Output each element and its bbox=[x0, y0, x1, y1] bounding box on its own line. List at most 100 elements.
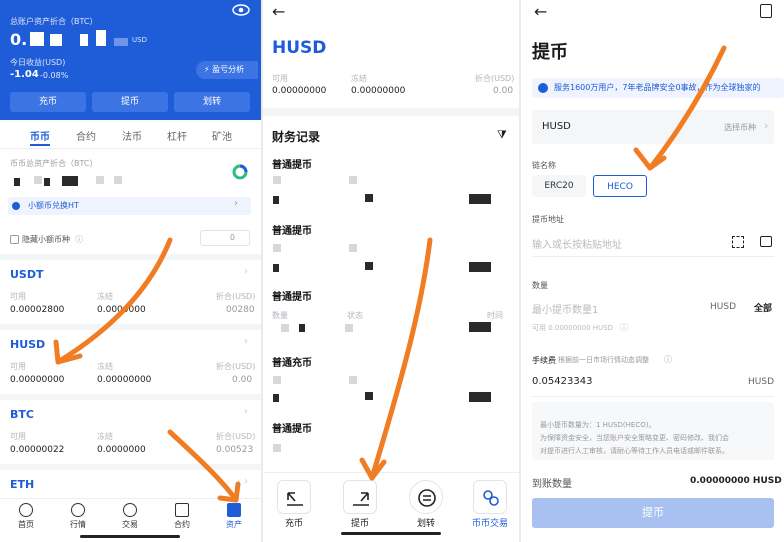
coin-name: BTC bbox=[10, 408, 34, 421]
frozen-value: 0.00000000 bbox=[351, 86, 406, 96]
all-button[interactable]: 全部 bbox=[754, 301, 772, 314]
back-arrow-icon[interactable]: ← bbox=[534, 2, 547, 21]
record-icon[interactable] bbox=[760, 4, 772, 18]
assets-screen: 总账户资产折合（BTC） 0. USD 今日收益(USD) -1.04 -0.0… bbox=[0, 0, 261, 542]
coin-select[interactable]: HUSD 选择币种 › bbox=[532, 110, 774, 144]
usd-label: 折合(USD) bbox=[216, 432, 256, 441]
avail-label: 可用 bbox=[10, 432, 26, 441]
masked-value bbox=[273, 244, 281, 252]
masked-value bbox=[273, 264, 279, 272]
transfer-button[interactable] bbox=[409, 480, 443, 514]
info-icon bbox=[538, 83, 548, 93]
nav-trade[interactable]: 交易 bbox=[114, 503, 146, 530]
time-col-label: 时间 bbox=[487, 311, 503, 320]
today-pnl-label: 今日收益(USD) bbox=[10, 58, 66, 67]
help-icon[interactable]: ⓘ bbox=[620, 322, 628, 333]
withdraw-button[interactable] bbox=[343, 480, 377, 514]
coin-row-usdt[interactable]: USDT › 可用 冻结 折合(USD) 0.00002800 0.000000… bbox=[0, 254, 261, 320]
asset-header: 总账户资产折合（BTC） 0. USD 今日收益(USD) -1.04 -0.0… bbox=[0, 0, 261, 120]
divider bbox=[263, 108, 519, 116]
eye-icon[interactable] bbox=[232, 2, 250, 16]
deposit-label: 充币 bbox=[284, 519, 303, 529]
masked-value bbox=[30, 32, 44, 46]
total-assets-label: 总账户资产折合（BTC） bbox=[10, 17, 98, 26]
masked-value bbox=[114, 176, 122, 184]
trade-icon bbox=[123, 503, 137, 517]
avail-value: 0.00000022 bbox=[10, 445, 65, 455]
masked-value bbox=[44, 178, 50, 186]
masked-value bbox=[62, 176, 78, 186]
choose-coin-label: 选择币种 bbox=[724, 123, 756, 132]
convert-small-banner[interactable]: 小额币兑换HT bbox=[8, 197, 251, 215]
chain-heco[interactable]: HECO bbox=[593, 175, 647, 197]
masked-value bbox=[96, 30, 106, 46]
back-arrow-icon[interactable]: ← bbox=[272, 2, 285, 21]
deposit-button[interactable]: 充币 bbox=[10, 92, 86, 112]
chevron-right-icon: › bbox=[234, 198, 238, 209]
avail-value: 0.00002800 bbox=[10, 305, 65, 315]
home-indicator bbox=[80, 535, 180, 538]
chart-icon: ⚡ bbox=[204, 65, 210, 74]
contract-icon bbox=[175, 503, 189, 517]
coin-row-husd[interactable]: HUSD › 可用 冻结 折合(USD) 0.00000000 0.000000… bbox=[0, 324, 261, 390]
bottom-nav: 首页 行情 交易 合约 资产 bbox=[0, 498, 261, 542]
masked-value bbox=[349, 176, 357, 184]
hide-small-checkbox[interactable] bbox=[10, 235, 19, 244]
pie-chart-icon[interactable] bbox=[232, 164, 248, 180]
divider bbox=[532, 256, 774, 257]
chevron-right-icon: › bbox=[764, 119, 769, 132]
quantity-input[interactable]: 最小提币数量1 bbox=[532, 301, 598, 316]
usd-value: 0.00 bbox=[493, 86, 514, 96]
help-icon[interactable]: ⓘ bbox=[75, 234, 83, 245]
masked-value bbox=[299, 324, 305, 332]
today-pnl-percent: -0.08% bbox=[40, 71, 69, 80]
coin-detail-screen: ← HUSD 可用 冻结 折合(USD) 0.00000000 0.000000… bbox=[263, 0, 519, 542]
nav-contract[interactable]: 合约 bbox=[166, 503, 198, 530]
masked-value bbox=[34, 176, 42, 184]
pnl-analysis-button[interactable]: ⚡ 盈亏分析 bbox=[196, 61, 258, 79]
deposit-button[interactable] bbox=[277, 480, 311, 514]
tab-spot[interactable]: 币币 bbox=[30, 128, 50, 143]
coin-name: HUSD bbox=[10, 338, 46, 351]
masked-value bbox=[114, 38, 128, 46]
spot-trade-button[interactable] bbox=[473, 480, 507, 514]
withdraw-button[interactable]: 提币 bbox=[92, 92, 168, 112]
address-book-icon[interactable] bbox=[760, 236, 772, 247]
record-title: 普通充币 bbox=[272, 358, 312, 369]
tab-fiat[interactable]: 法币 bbox=[122, 128, 142, 143]
record-title: 普通提币 bbox=[272, 160, 312, 171]
fee-value: 0.05423343 bbox=[532, 376, 593, 387]
selected-coin: HUSD bbox=[542, 121, 571, 132]
masked-value bbox=[349, 244, 357, 252]
avail-label: 可用 bbox=[10, 292, 26, 301]
coin-search-input[interactable]: 0 bbox=[200, 230, 250, 246]
masked-value bbox=[281, 324, 289, 332]
filter-icon[interactable]: ⧩ bbox=[497, 128, 507, 142]
chain-erc20[interactable]: ERC20 bbox=[532, 175, 586, 197]
notice-banner[interactable]: 服务1600万用户，7年老品牌安全0事故，作为全球独家的 bbox=[532, 78, 784, 98]
swap-icon bbox=[12, 202, 20, 210]
chevron-right-icon: › bbox=[244, 336, 248, 347]
address-input[interactable]: 输入或长按粘贴地址 bbox=[532, 236, 622, 251]
frozen-label: 冻结 bbox=[351, 74, 367, 83]
masked-value bbox=[273, 196, 279, 204]
masked-value bbox=[469, 322, 491, 332]
scan-icon[interactable] bbox=[732, 236, 744, 248]
help-icon[interactable]: ⓘ bbox=[664, 354, 672, 365]
tab-pool[interactable]: 矿池 bbox=[212, 128, 232, 143]
nav-market[interactable]: 行情 bbox=[62, 503, 94, 530]
tab-contract[interactable]: 合约 bbox=[76, 128, 96, 143]
submit-withdraw-button[interactable]: 提币 bbox=[532, 498, 774, 528]
withdraw-screen: ← 提币 服务1600万用户，7年老品牌安全0事故，作为全球独家的 HUSD 选… bbox=[522, 0, 784, 542]
transfer-button[interactable]: 划转 bbox=[174, 92, 250, 112]
withdraw-label: 提币 bbox=[350, 519, 369, 529]
nav-home[interactable]: 首页 bbox=[10, 503, 42, 530]
avail-label: 可用 bbox=[10, 362, 26, 371]
nav-assets[interactable]: 资产 bbox=[218, 503, 250, 530]
tips-box: 最小提币数量为：1 HUSD(HECO)。 为保障资金安全，当您账户安全策略变更… bbox=[532, 402, 774, 460]
divider bbox=[0, 148, 261, 149]
masked-value bbox=[80, 34, 88, 46]
tab-margin[interactable]: 杠杆 bbox=[167, 128, 187, 143]
coin-row-btc[interactable]: BTC › 可用 冻结 折合(USD) 0.00000022 0.0000000… bbox=[0, 394, 261, 460]
coin-row-eth[interactable]: ETH › bbox=[0, 464, 261, 498]
